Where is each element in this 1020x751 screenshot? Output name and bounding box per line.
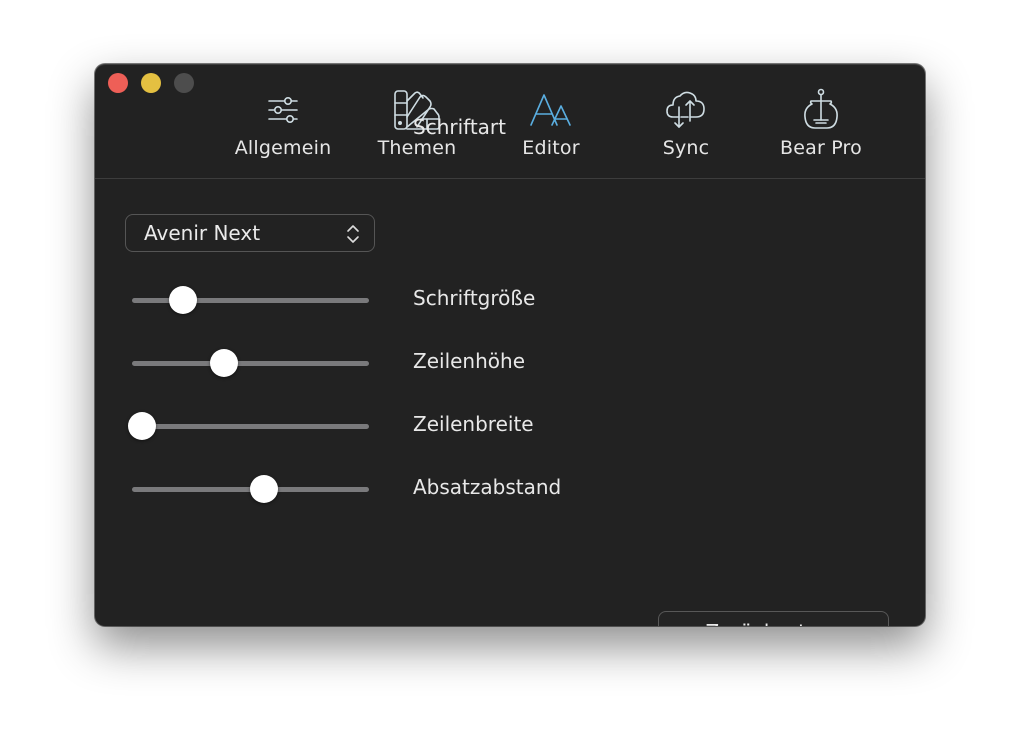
slider-thumb[interactable] xyxy=(210,349,239,377)
tab-label: Allgemein xyxy=(234,137,332,159)
slider-thumb[interactable] xyxy=(169,286,198,314)
sliders-icon xyxy=(258,88,308,132)
preferences-toolbar: Allgemein Themen Editor Sync Bear Pro xyxy=(95,64,925,179)
paragraph-spacing-slider[interactable] xyxy=(132,474,369,504)
font-size-label: Schriftgröße xyxy=(413,286,536,310)
font-select-value: Avenir Next xyxy=(144,221,261,245)
font-label: Schriftart xyxy=(413,115,506,139)
slider-track xyxy=(132,424,369,429)
tab-sync[interactable]: Sync xyxy=(621,88,751,168)
slider-track xyxy=(132,298,369,303)
font-aa-icon xyxy=(526,88,576,132)
preferences-window: Allgemein Themen Editor Sync Bear Pro Av… xyxy=(95,64,925,626)
editor-settings-panel: Avenir Next Schriftart Schriftgröße Zeil… xyxy=(95,115,925,626)
slider-thumb[interactable] xyxy=(128,412,156,440)
tab-allgemein[interactable]: Allgemein xyxy=(218,88,348,168)
reset-button[interactable]: Zurücksetzen xyxy=(658,611,889,626)
line-height-label: Zeilenhöhe xyxy=(413,349,525,373)
tab-bear-pro[interactable]: Bear Pro xyxy=(756,88,886,168)
tab-label: Sync xyxy=(662,137,710,159)
font-size-slider[interactable] xyxy=(132,285,369,315)
line-height-slider[interactable] xyxy=(132,348,369,378)
tab-label: Themen xyxy=(377,137,457,159)
slider-track xyxy=(132,361,369,366)
font-select[interactable]: Avenir Next xyxy=(125,214,375,252)
line-width-label: Zeilenbreite xyxy=(413,412,534,436)
paragraph-spacing-label: Absatzabstand xyxy=(413,475,562,499)
honey-pot-icon xyxy=(796,88,846,132)
slider-thumb[interactable] xyxy=(249,475,278,503)
tab-label: Bear Pro xyxy=(780,137,862,159)
cloud-sync-icon xyxy=(661,88,711,132)
chevron-up-down-icon xyxy=(346,223,360,245)
tab-label: Editor xyxy=(522,137,580,159)
line-width-slider[interactable] xyxy=(128,411,369,441)
